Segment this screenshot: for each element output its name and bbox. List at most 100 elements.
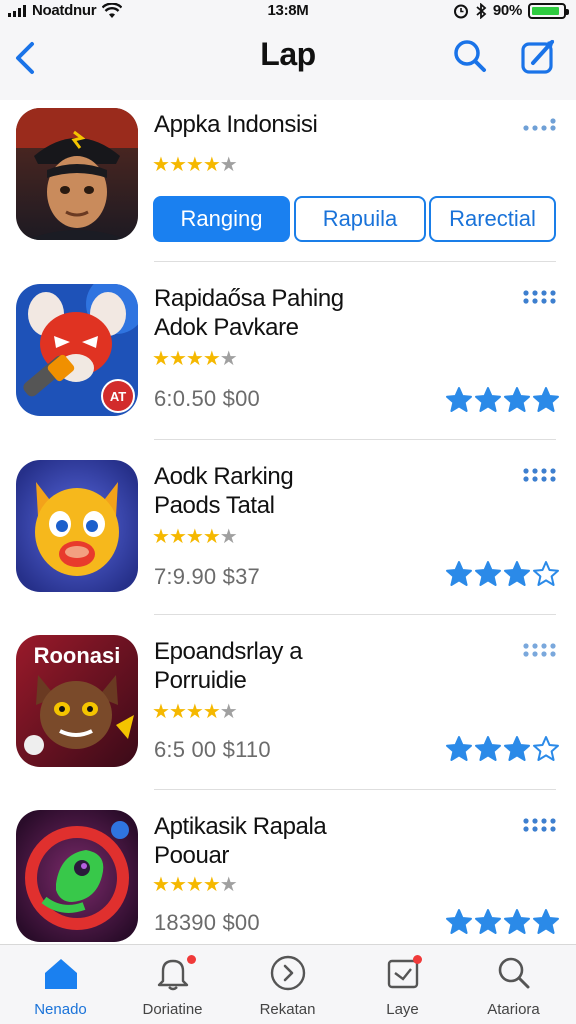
star-filled-icon: ★ xyxy=(168,154,187,176)
compass-icon xyxy=(270,955,306,991)
blue-star-empty-icon xyxy=(533,736,559,761)
blue-star-filled-icon xyxy=(475,561,501,586)
more-options-icon[interactable] xyxy=(522,288,558,306)
app-name-line: Appka Indonsisi xyxy=(154,111,318,138)
app-name-line: Paods Tatal xyxy=(154,492,275,519)
star-filled-icon: ★ xyxy=(168,874,187,896)
price-label: 6:0.50 $00 xyxy=(154,386,260,411)
blue-star-filled-icon xyxy=(446,387,472,412)
blue-star-filled-icon xyxy=(504,736,530,761)
alarm-icon xyxy=(453,4,468,18)
star-empty-icon: ★ xyxy=(219,874,238,896)
star-filled-icon: ★ xyxy=(185,348,204,370)
star-filled-icon: ★ xyxy=(202,348,221,370)
blue-star-filled-icon xyxy=(446,561,472,586)
tab-doriatine[interactable]: Doriatine xyxy=(115,945,230,1024)
rating-stars: ★★★★★ xyxy=(152,346,238,371)
rating-stars: ★★★★★ xyxy=(152,524,238,549)
rating-stars: ★★★★★ xyxy=(152,872,238,897)
star-filled-icon: ★ xyxy=(152,874,170,896)
star-filled-icon: ★ xyxy=(185,526,204,548)
blue-star-filled-icon xyxy=(475,736,501,761)
star-empty-icon: ★ xyxy=(219,154,238,176)
tab-bar: Nenado Doriatine Rekatan Laye Atariora xyxy=(0,944,576,1024)
nav-bar: Lap xyxy=(0,22,576,100)
blue-star-filled-icon xyxy=(533,909,559,934)
star-filled-icon: ★ xyxy=(168,701,187,723)
blue-star-filled-icon xyxy=(475,387,501,412)
app-name-line: Poouar xyxy=(154,842,229,869)
tab-ranging[interactable]: Ranging xyxy=(153,196,290,242)
star-empty-icon: ★ xyxy=(219,701,238,723)
rating-stars: ★★★★★ xyxy=(152,699,238,724)
star-filled-icon: ★ xyxy=(202,701,221,723)
star-filled-icon: ★ xyxy=(168,526,187,548)
notification-dot xyxy=(413,955,422,964)
list-item[interactable]: Aptikasik Rapala Poouar ★★★★★ 18390 $00 xyxy=(0,790,576,944)
blue-star-filled-icon xyxy=(446,736,472,761)
price-label: 18390 $00 xyxy=(154,910,260,935)
app-name-line: Aptikasik Rapala xyxy=(154,813,327,840)
blue-star-filled-icon xyxy=(475,909,501,934)
icon-badge-text: AT xyxy=(110,389,126,404)
list-item[interactable]: Aodk Rarking Paods Tatal ★★★★★ 7:9.90 $3… xyxy=(0,440,576,616)
tab-label: Laye xyxy=(386,1001,419,1018)
star-empty-icon: ★ xyxy=(219,526,238,548)
app-name-line: Aodk Rarking xyxy=(154,463,294,490)
star-filled-icon: ★ xyxy=(202,154,221,176)
soldier-avatar-icon[interactable] xyxy=(16,108,138,240)
brown-cat-icon[interactable]: Roonasi xyxy=(16,635,138,767)
star-filled-icon: ★ xyxy=(152,348,170,370)
compose-icon[interactable] xyxy=(518,36,560,78)
clock: 13:8M xyxy=(267,2,309,19)
blue-rating-stars xyxy=(445,908,560,936)
star-filled-icon: ★ xyxy=(152,526,170,548)
list-item[interactable]: Appka Indonsisi ★★★★★ Ranging Rapuila Ra… xyxy=(0,100,576,260)
golden-cat-icon[interactable] xyxy=(16,460,138,592)
app-name: Rapidaősa Pahing Adok Pavkare xyxy=(154,284,494,342)
tab-atariora[interactable]: Atariora xyxy=(456,945,571,1024)
battery-percent: 90% xyxy=(492,2,522,19)
app-name-line: Rapidaősa Pahing xyxy=(154,285,344,312)
tab-nenado[interactable]: Nenado xyxy=(3,945,118,1024)
more-options-icon[interactable] xyxy=(522,816,558,834)
blue-star-filled-icon xyxy=(533,387,559,412)
app-name: Aodk Rarking Paods Tatal xyxy=(154,462,494,520)
blue-star-empty-icon xyxy=(533,561,559,586)
search-icon[interactable] xyxy=(450,36,490,76)
tab-laye[interactable]: Laye xyxy=(345,945,460,1024)
status-right: 90% xyxy=(453,2,569,19)
tab-label: Rekatan xyxy=(259,1001,316,1018)
tab-rarectial[interactable]: Rarectial xyxy=(429,196,556,242)
blue-star-filled-icon xyxy=(446,909,472,934)
app-name: Appka Indonsisi xyxy=(154,110,494,139)
star-filled-icon: ★ xyxy=(168,348,187,370)
green-creature-icon[interactable] xyxy=(16,810,138,942)
star-filled-icon: ★ xyxy=(202,526,221,548)
red-mouse-icon[interactable]: AT xyxy=(16,284,138,416)
more-options-icon[interactable] xyxy=(522,466,558,484)
app-name-line: Epoandsrlay a xyxy=(154,638,303,665)
price-label: 6:5 00 $110 xyxy=(154,737,271,762)
blue-rating-stars xyxy=(445,386,560,414)
list-item[interactable]: AT Rapidaősa Pahing Adok Pavkare ★★★★★ 6… xyxy=(0,262,576,438)
app-name-line: Adok Pavkare xyxy=(154,314,299,341)
star-filled-icon: ★ xyxy=(152,701,170,723)
rating-stars: ★★★★★ xyxy=(152,152,238,177)
tab-label: Atariora xyxy=(487,1001,540,1018)
app-name: Epoandsrlay a Porruidie xyxy=(154,637,494,695)
notification-dot xyxy=(187,955,196,964)
more-options-icon[interactable] xyxy=(522,116,558,134)
tab-label: Nenado xyxy=(34,1001,87,1018)
star-filled-icon: ★ xyxy=(185,874,204,896)
more-options-icon[interactable] xyxy=(522,641,558,659)
tab-rapuila[interactable]: Rapuila xyxy=(294,196,426,242)
app-name: Aptikasik Rapala Poouar xyxy=(154,812,494,870)
app-name-line: Porruidie xyxy=(154,667,247,694)
tab-rekatan[interactable]: Rekatan xyxy=(230,945,345,1024)
star-filled-icon: ★ xyxy=(202,874,221,896)
blue-rating-stars xyxy=(445,735,560,763)
list-item[interactable]: Roonasi Epoandsrlay a Porruidie ★★★★★ 6:… xyxy=(0,615,576,791)
home-icon xyxy=(45,959,77,989)
search-icon xyxy=(498,957,530,989)
